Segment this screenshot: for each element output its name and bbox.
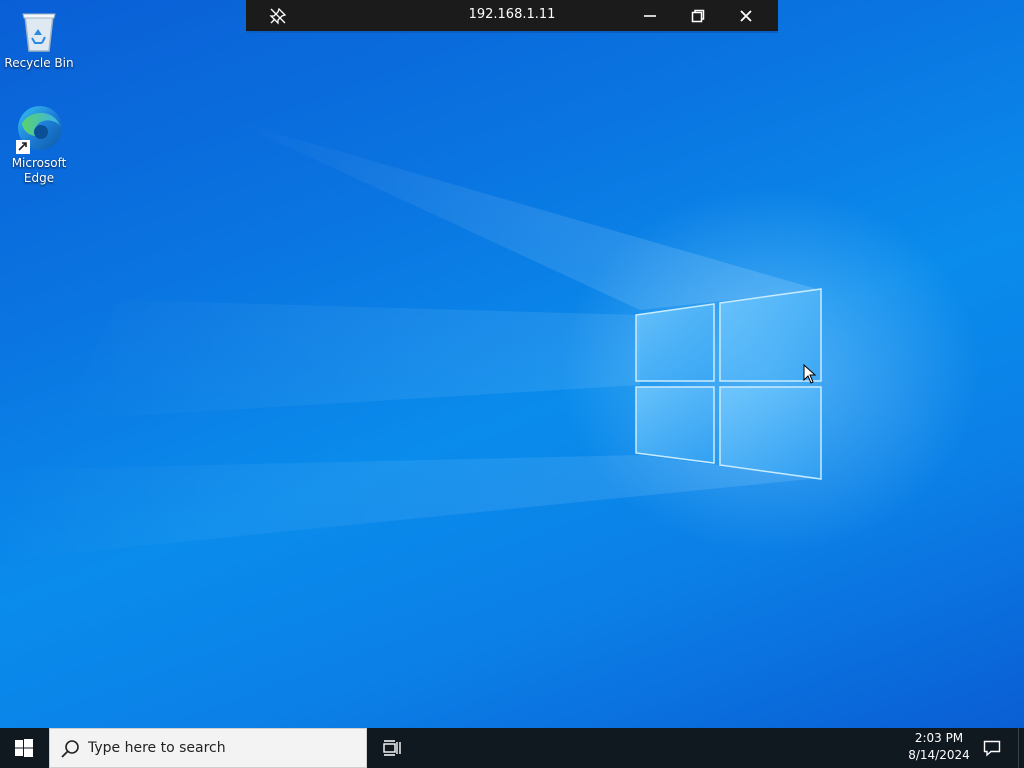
recycle-bin-icon: [22, 13, 56, 52]
clock-time: 2:03 PM: [914, 731, 964, 745]
windows-logo-wallpaper: [635, 288, 822, 480]
task-view-button[interactable]: [370, 728, 414, 768]
show-desktop-button[interactable]: [1018, 728, 1024, 768]
minimize-icon: [644, 14, 656, 17]
edge-icon: [16, 106, 62, 154]
minimize-button[interactable]: [630, 0, 670, 31]
windows-start-icon: [15, 739, 33, 757]
taskbar-search-box[interactable]: Type here to search: [49, 728, 367, 768]
system-clock[interactable]: 2:03 PM 8/14/2024: [900, 730, 978, 764]
desktop-icon-recycle-bin[interactable]: Recycle Bin: [1, 8, 77, 71]
restore-button[interactable]: [678, 0, 718, 31]
close-icon: [740, 9, 752, 22]
wallpaper-light-beams: [0, 120, 820, 560]
taskbar: Type here to search 2:03 PM 8/14/2024: [0, 728, 1024, 768]
desktop-icon-microsoft-edge[interactable]: Microsoft Edge: [1, 104, 77, 186]
action-center-button[interactable]: [976, 728, 1008, 768]
search-icon: [61, 740, 79, 758]
desktop-background[interactable]: Recycle Bin Microsoft Edge: [0, 0, 1024, 728]
mouse-cursor-icon: [803, 364, 817, 384]
restore-icon: [691, 9, 705, 22]
search-placeholder: Type here to search: [88, 740, 226, 756]
desktop-icon-label: Microsoft Edge: [11, 156, 67, 185]
clock-date: 8/14/2024: [908, 748, 970, 762]
remote-desktop-connection-bar[interactable]: 192.168.1.11: [246, 0, 778, 33]
action-center-icon: [983, 740, 1001, 757]
task-view-icon: [383, 740, 401, 756]
close-button[interactable]: [726, 0, 766, 31]
desktop-icon-label: Recycle Bin: [4, 56, 74, 70]
start-button[interactable]: [0, 728, 48, 768]
